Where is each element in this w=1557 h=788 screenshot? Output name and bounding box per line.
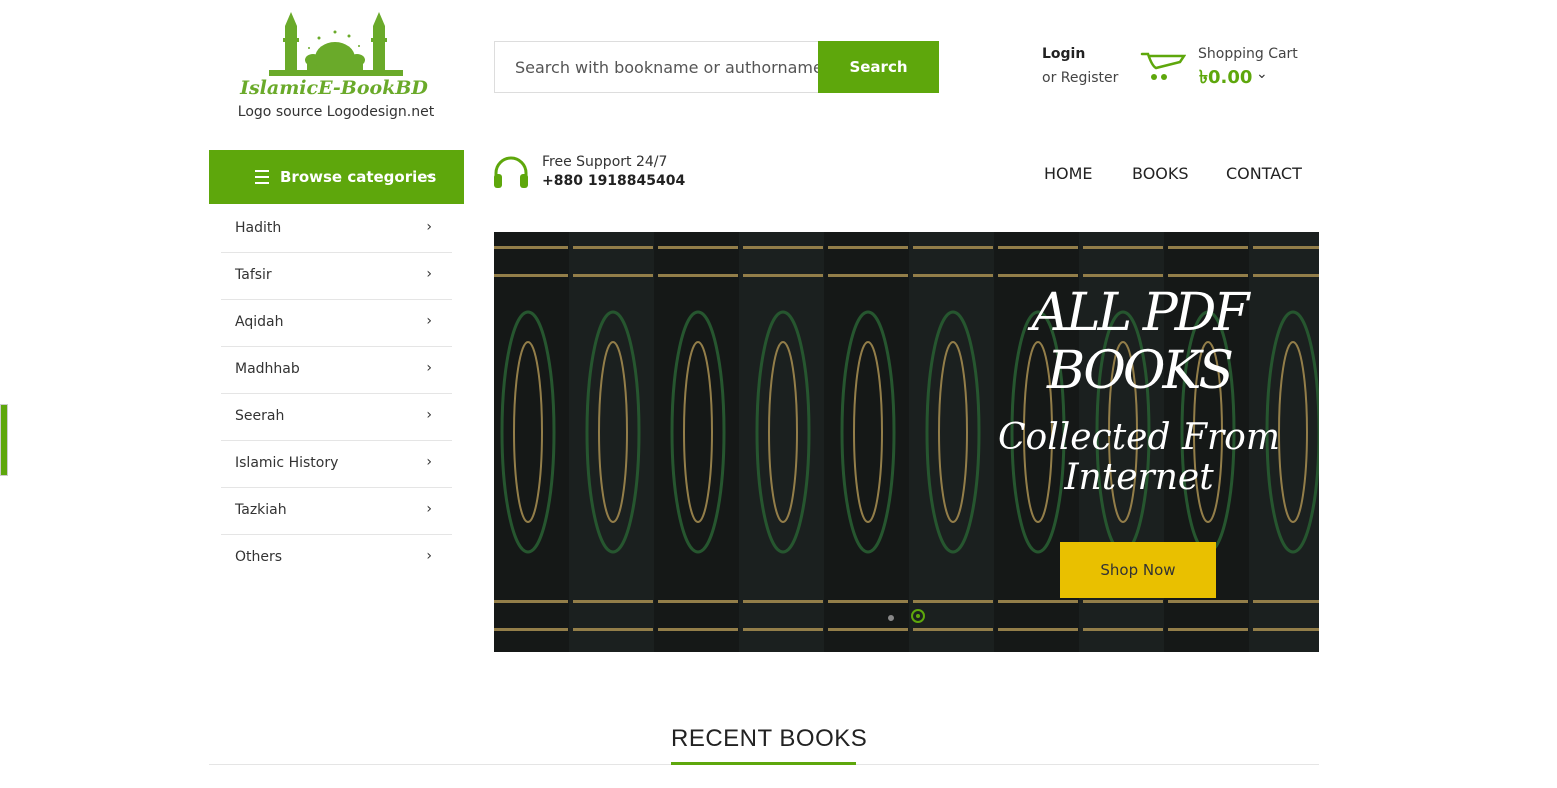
banner-subheadline: Collected From Internet [998, 417, 1280, 498]
category-item[interactable]: Islamic History › [221, 441, 452, 488]
slider-dot[interactable] [888, 615, 894, 621]
search-input[interactable] [495, 42, 818, 92]
chevron-right-icon: › [426, 501, 432, 517]
category-label: Tazkiah [235, 502, 287, 518]
chevron-down-icon: ⌄ [424, 167, 435, 182]
chevron-right-icon: › [426, 454, 432, 470]
chevron-right-icon: › [426, 219, 432, 235]
search-button[interactable]: Search [818, 41, 939, 93]
cart-label[interactable]: Shopping Cart [1198, 46, 1298, 62]
site-logo[interactable]: IslamicE-BookBD Logo source Logodesign.n… [209, 8, 461, 123]
menu-icon [255, 170, 269, 184]
category-item[interactable]: Madhhab › [221, 347, 452, 394]
category-label: Islamic History [235, 455, 339, 471]
cart-total[interactable]: ৳0.00 [1199, 63, 1252, 94]
category-item[interactable]: Aqidah › [221, 300, 452, 347]
chevron-right-icon: › [426, 407, 432, 423]
logo-caption: Logo source Logodesign.net [237, 104, 435, 120]
login-link[interactable]: Login [1042, 46, 1085, 62]
recent-books-title: RECENT BOOKS [671, 725, 868, 752]
category-label: Tafsir [235, 267, 272, 283]
chevron-right-icon: › [426, 360, 432, 376]
search-bar: Search [494, 41, 939, 93]
support-title: Free Support 24/7 [542, 154, 668, 170]
title-underline [671, 762, 856, 765]
shop-now-button[interactable]: Shop Now [1060, 542, 1216, 598]
category-label: Madhhab [235, 361, 300, 377]
nav-books[interactable]: BOOKS [1132, 164, 1189, 183]
browse-categories-button[interactable]: Browse categories ⌄ [209, 150, 464, 204]
chevron-right-icon: › [426, 313, 432, 329]
category-label: Hadith [235, 220, 282, 236]
browse-categories-label: Browse categories [280, 168, 437, 186]
category-item[interactable]: Others › [221, 535, 452, 581]
slider-dot-active[interactable] [911, 609, 925, 623]
chevron-right-icon: › [426, 548, 432, 564]
nav-contact[interactable]: CONTACT [1226, 164, 1302, 183]
category-label: Aqidah [235, 314, 284, 330]
chevron-right-icon: › [426, 266, 432, 282]
category-label: Seerah [235, 408, 285, 424]
category-list: Hadith › Tafsir › Aqidah › Madhhab › Seerah ›… [221, 206, 452, 581]
register-link[interactable]: or Register [1042, 70, 1118, 86]
category-item[interactable]: Hadith › [221, 206, 452, 253]
category-item[interactable]: Tafsir › [221, 253, 452, 300]
headset-icon [494, 156, 528, 188]
mosque-logo-icon: IslamicE-BookBD [239, 12, 428, 99]
chevron-down-icon[interactable]: ⌄ [1256, 66, 1268, 82]
hero-banner: ALL PDF BOOKS Collected From Internet Sh… [494, 232, 1319, 652]
category-label: Others [235, 549, 283, 565]
nav-home[interactable]: HOME [1044, 164, 1093, 183]
category-item[interactable]: Tazkiah › [221, 488, 452, 535]
logo-text: IslamicE-BookBD [239, 77, 428, 99]
banner-headline: ALL PDF BOOKS [1031, 283, 1250, 401]
shopping-cart-icon[interactable] [1140, 50, 1186, 82]
category-item[interactable]: Seerah › [221, 394, 452, 441]
support-phone: +880 1918845404 [542, 173, 686, 189]
side-widget-tab[interactable] [0, 404, 8, 476]
